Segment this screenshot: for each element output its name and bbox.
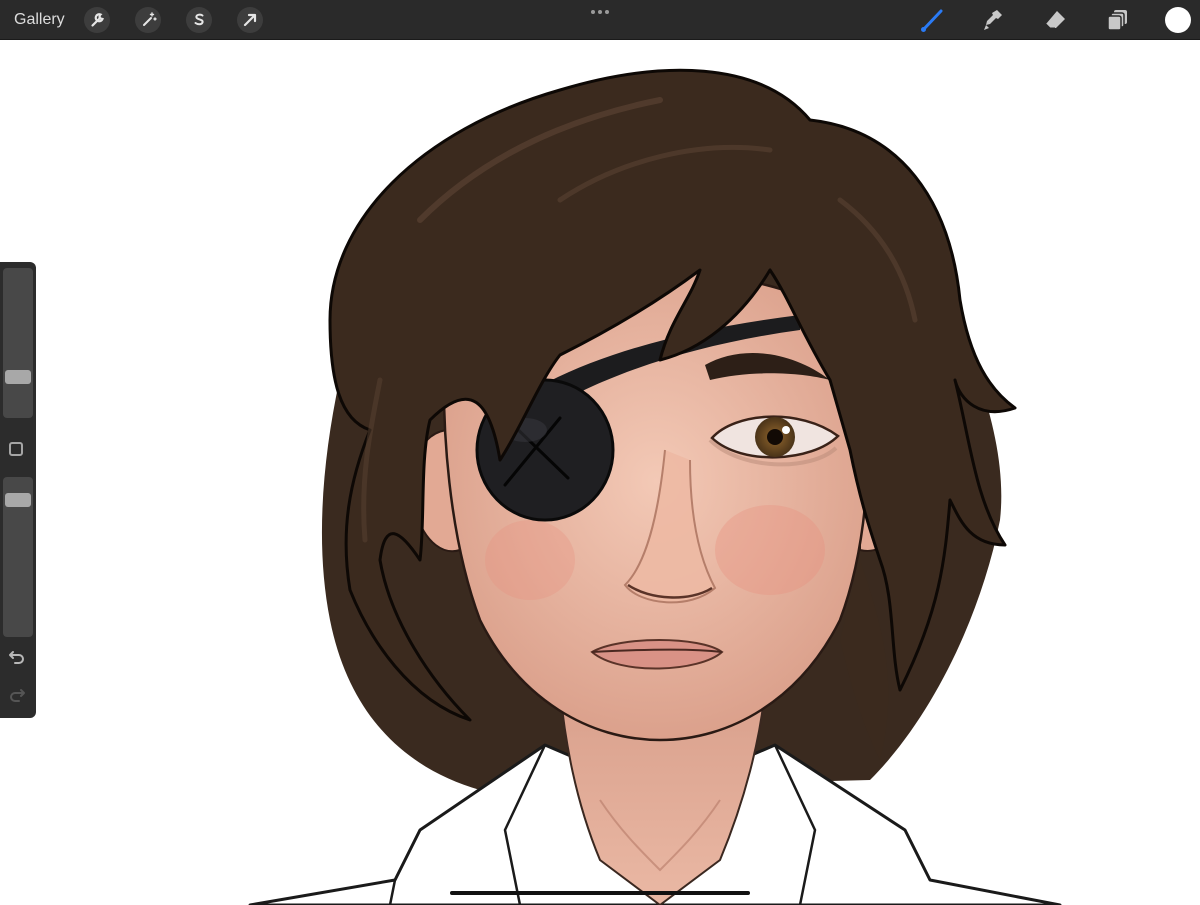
more-dots-icon[interactable] (588, 8, 612, 16)
wrench-icon[interactable] (84, 7, 110, 33)
eraser-icon[interactable] (1042, 6, 1070, 34)
selection-s-icon[interactable] (186, 7, 212, 33)
layers-icon[interactable] (1104, 6, 1132, 34)
smudge-icon[interactable] (980, 6, 1008, 34)
arrow-cursor-icon[interactable] (237, 7, 263, 33)
brush-icon[interactable] (918, 6, 946, 34)
opacity-slider[interactable] (3, 477, 33, 637)
color-picker-button[interactable] (1165, 7, 1191, 33)
redo-icon[interactable] (7, 686, 27, 704)
left-sidebar (0, 262, 36, 718)
opacity-thumb[interactable] (5, 493, 31, 507)
undo-icon[interactable] (7, 648, 27, 666)
gallery-button[interactable]: Gallery (14, 10, 65, 30)
top-toolbar: Gallery (0, 0, 1200, 40)
square-icon[interactable] (9, 442, 23, 456)
drawing-canvas[interactable] (0, 40, 1200, 905)
magic-wand-icon[interactable] (135, 7, 161, 33)
home-indicator[interactable] (450, 891, 750, 895)
brush-size-thumb[interactable] (5, 370, 31, 384)
brush-size-slider[interactable] (3, 268, 33, 418)
